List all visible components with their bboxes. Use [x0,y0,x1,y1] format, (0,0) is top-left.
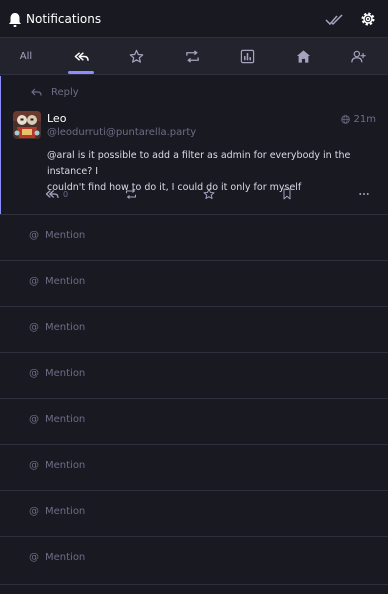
mention-label: Mention [45,368,86,379]
retweet-icon [125,189,137,199]
tab-all[interactable]: All [6,38,46,75]
bookmark-button[interactable] [280,186,294,202]
tab-statuses[interactable] [283,38,323,75]
home-icon [296,50,310,63]
status-time-label: 21m [353,114,376,125]
mention-label: Mention [45,276,86,287]
reply-all-icon [74,52,89,61]
tab-all-label: All [19,51,33,62]
status-content-line: @aral is it possible to add a filter as … [47,150,351,177]
mention-label: Mention [45,552,86,563]
retweet-icon [185,50,199,63]
list-item[interactable]: @ Mention [0,398,388,444]
mention-label: Mention [45,230,86,241]
at-icon: @ [29,230,39,241]
list-item[interactable]: @ Mention [0,536,388,582]
at-icon: @ [29,368,39,379]
status-prepend: Reply [31,87,79,98]
list-item[interactable]: @ Mention [0,444,388,490]
at-icon: @ [29,460,39,471]
star-icon [129,49,143,63]
poll-icon [240,49,254,64]
column-title: Notifications [26,12,102,26]
list-item[interactable]: @ Mention [0,352,388,398]
check-all-icon[interactable] [325,13,343,27]
status-display-name[interactable]: Leo [47,112,66,125]
at-icon: @ [29,414,39,425]
list-item[interactable]: @ Mention [0,490,388,536]
status-timestamp[interactable]: 21m [340,114,376,125]
at-icon: @ [29,276,39,287]
status-account-handle[interactable]: @leodurruti@puntarella.party [47,127,196,138]
tab-favourites[interactable] [116,38,156,75]
status-action-bar: 0 [45,186,375,202]
bell-icon [9,13,21,27]
star-icon [203,188,215,199]
notification-filter-tabs: All [0,38,388,75]
reply-icon [31,88,42,96]
list-item[interactable]: @ Mention [0,306,388,352]
mention-label: Mention [45,414,86,425]
mention-label: Mention [45,506,86,517]
tab-boosts[interactable] [172,38,212,75]
boost-button[interactable] [124,186,138,202]
at-icon: @ [29,506,39,517]
globe-icon [340,115,350,124]
mention-label: Mention [45,460,86,471]
list-item[interactable]: @ Mention [0,214,388,260]
user-plus-icon [350,50,366,63]
list-item[interactable]: @ Mention [0,260,388,306]
column-header: Notifications [0,0,388,38]
avatar[interactable] [13,111,41,139]
divider [0,584,388,585]
at-icon: @ [29,552,39,563]
bookmark-icon [283,188,291,200]
tab-polls[interactable] [227,38,267,75]
mention-label: Mention [45,322,86,333]
ellipsis-icon [359,193,369,195]
reply-count: 0 [63,189,69,199]
tab-follows[interactable] [338,38,378,75]
status-prepend-label: Reply [51,87,79,98]
gear-icon[interactable] [360,11,376,27]
tab-mentions[interactable] [61,38,101,75]
at-icon: @ [29,322,39,333]
favourite-button[interactable] [202,186,216,202]
reply-button[interactable]: 0 [45,186,68,202]
reply-all-icon [45,190,59,198]
more-button[interactable] [357,186,371,202]
